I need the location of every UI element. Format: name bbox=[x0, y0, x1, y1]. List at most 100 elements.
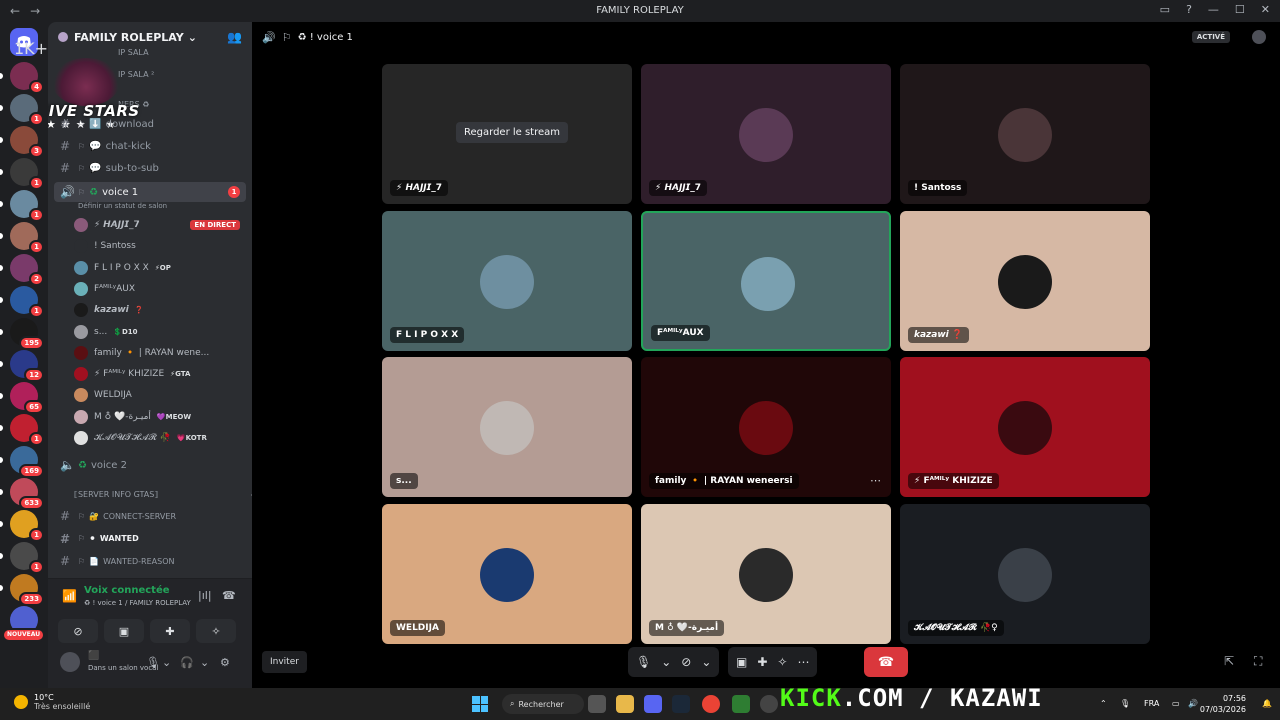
server-icon[interactable]: 12 bbox=[10, 350, 44, 382]
text-channel-download[interactable]: # ⚐ ⬇️ download bbox=[54, 114, 246, 134]
weather-widget[interactable]: 10°C Très ensoleillé bbox=[14, 693, 90, 711]
soundboard-icon[interactable]: ✧ bbox=[777, 655, 787, 669]
server-icon[interactable]: 1 bbox=[10, 286, 44, 318]
chevron-up-icon[interactable]: ⌃ bbox=[1100, 699, 1107, 708]
participant-tile[interactable]: Regarder le stream ⚡ 𝙃𝘼𝙅𝙅𝙄_𝟳 bbox=[382, 64, 632, 204]
voice-channel-voice-1[interactable]: 🔊 ⚐ ♻ voice 1 1 bbox=[54, 182, 246, 202]
chrome-icon[interactable] bbox=[702, 695, 720, 713]
language-indicator[interactable]: FRA bbox=[1144, 699, 1159, 708]
voice-user[interactable]: ⚡ 𝙃𝘼𝙅𝙅𝙄_𝟳 EN DIRECT bbox=[74, 215, 244, 235]
gear-icon[interactable]: ⚙ bbox=[220, 656, 230, 669]
file-explorer-icon[interactable] bbox=[616, 695, 634, 713]
participant-tile[interactable]: M ♁ 🤍-أميـرة bbox=[641, 503, 891, 644]
text-channel-sub-to-sub[interactable]: # ⚐ 💬 sub-to-sub bbox=[54, 158, 246, 178]
server-icon[interactable]: 1 bbox=[10, 222, 44, 254]
server-icon[interactable]: 3 bbox=[10, 126, 44, 158]
headphones-icon[interactable]: 🎧 bbox=[180, 656, 194, 669]
screen-share-button[interactable]: ▣ bbox=[104, 619, 144, 643]
hangup-button[interactable]: ☎ bbox=[864, 647, 908, 677]
participant-tile[interactable]: ! Santoss bbox=[900, 64, 1150, 204]
voice-user[interactable]: WELDIJA bbox=[74, 385, 244, 405]
mic-icon[interactable]: 🎙 bbox=[1120, 699, 1130, 708]
text-channel-wanted[interactable]: # ⚐ ⚫ WANTED bbox=[54, 529, 246, 549]
steam-icon[interactable] bbox=[672, 695, 690, 713]
voice-user[interactable]: s... 💲D10 bbox=[74, 322, 244, 342]
fullscreen-icon[interactable]: ⛶ bbox=[1254, 654, 1262, 669]
participant-tile[interactable]: ⚡ 𝙃𝘼𝙅𝙅𝙄_𝟳 bbox=[641, 64, 891, 204]
server-icon[interactable]: 2 bbox=[10, 254, 44, 286]
activities-button[interactable]: ✚ bbox=[150, 619, 190, 643]
watch-stream-button[interactable]: Regarder le stream bbox=[456, 122, 569, 143]
participant-tile[interactable]: 𝙠𝙖𝙯𝙖𝙬𝙞 ❓ bbox=[900, 210, 1150, 351]
notification-icon[interactable]: 🔔 bbox=[1262, 699, 1272, 708]
chevron-down-icon[interactable]: ⌄ bbox=[661, 655, 671, 669]
server-icon[interactable]: 1 bbox=[10, 94, 44, 126]
category-server-info[interactable]: ⟦SERVER INFO GTAS⟧ + bbox=[74, 488, 252, 502]
more-icon[interactable]: ⋯ bbox=[870, 474, 881, 487]
server-icon[interactable]: 65 bbox=[10, 382, 44, 414]
noise-suppression-icon[interactable]: |ıl| bbox=[198, 589, 212, 602]
voice-connected-status[interactable]: Voix connectée bbox=[84, 585, 170, 596]
participant-tile[interactable]: s... bbox=[382, 357, 632, 497]
voice-channel-voice-2[interactable]: 🔈 ♻ voice 2 bbox=[54, 455, 246, 475]
voice-user[interactable]: FᴬᴹᴵᴸʸAUX bbox=[74, 279, 244, 299]
disconnect-icon[interactable]: ☎ bbox=[222, 589, 236, 602]
taskbar-clock[interactable]: 07:56 07/03/2026 bbox=[1200, 693, 1246, 715]
participant-tile[interactable]: WELDIJA bbox=[382, 503, 632, 644]
voice-user[interactable]: F L I P O X X ⚡OP bbox=[74, 258, 244, 278]
voice-user[interactable]: family 🔸 | RAYAN wene... bbox=[74, 343, 244, 363]
more-icon[interactable]: ⋯ bbox=[797, 655, 809, 669]
close-icon[interactable]: ✕ bbox=[1261, 3, 1270, 16]
obs-icon[interactable] bbox=[760, 695, 778, 713]
server-icon[interactable]: 1 bbox=[10, 414, 44, 446]
help-icon[interactable]: ? bbox=[1186, 3, 1192, 16]
text-channel-chat-kick[interactable]: # ⚐ 💬 chat-kick bbox=[54, 136, 246, 156]
server-icon[interactable]: 1 bbox=[10, 190, 44, 222]
maximize-icon[interactable]: ☐ bbox=[1235, 3, 1245, 16]
minimize-icon[interactable]: — bbox=[1208, 3, 1219, 16]
screen-share-icon[interactable]: ▣ bbox=[736, 655, 747, 669]
participant-tile[interactable]: F L I P O X X bbox=[382, 210, 632, 351]
voice-user[interactable]: ! Santoss bbox=[74, 236, 244, 256]
text-channel-connect-server[interactable]: # ⚐ 🔐 CONNECT-SERVER bbox=[54, 506, 246, 526]
voice-user[interactable]: 𝓚𝓐𝓞𝓤𝓣𝓗𝓐𝓡 🥀 💗KOTR bbox=[74, 428, 244, 448]
text-channel-wanted-reason[interactable]: # ⚐ 📄 WANTED-REASON bbox=[54, 551, 246, 571]
soundboard-button[interactable]: ✧ bbox=[196, 619, 236, 643]
server-icon[interactable]: 1 bbox=[10, 510, 44, 542]
discord-icon[interactable] bbox=[644, 695, 662, 713]
network-icon[interactable]: ▭ bbox=[1172, 699, 1180, 708]
server-header[interactable]: FAMILY ROLEPLAY ⌄ 👥 bbox=[48, 22, 252, 52]
invite-button[interactable]: Inviter bbox=[262, 651, 307, 673]
participant-tile[interactable]: family 🔸 | RAYAN weneersi ⋯ bbox=[641, 357, 891, 497]
activity-badge[interactable]: ACTIVÉ bbox=[1191, 31, 1230, 43]
server-icon[interactable]: 1 bbox=[10, 542, 44, 574]
mic-icon[interactable]: 🎙 bbox=[146, 656, 160, 669]
mic-icon[interactable]: 🎙 bbox=[636, 655, 651, 669]
signal-icon[interactable]: 📶 bbox=[62, 589, 77, 603]
server-icon[interactable]: 169 bbox=[10, 446, 44, 478]
partial-channel-1[interactable]: IP SALA bbox=[118, 48, 149, 57]
windows-start-icon[interactable] bbox=[472, 696, 488, 712]
voice-user[interactable]: ⚡ Fᴬᴹᴵᴸʸ KHIZIZE ⚡GTA bbox=[74, 364, 244, 384]
avatar[interactable] bbox=[60, 652, 80, 672]
chevron-down-icon[interactable]: ⌄ bbox=[200, 656, 209, 669]
volume-icon[interactable]: 🔊 bbox=[1188, 699, 1198, 708]
server-icon[interactable]: 195 bbox=[10, 318, 44, 350]
avatar[interactable] bbox=[1252, 30, 1266, 44]
add-user-icon[interactable]: 👥 bbox=[227, 30, 242, 44]
participant-tile[interactable]: FᴬᴹᴵᴸʸAUX bbox=[641, 210, 891, 351]
chevron-down-icon[interactable]: ⌄ bbox=[701, 655, 711, 669]
chevron-down-icon[interactable]: ⌄ bbox=[162, 656, 171, 669]
voice-user[interactable]: M ♁ 🤍-أميـرة 💜MEOW bbox=[74, 407, 244, 427]
server-icon[interactable]: 1 bbox=[10, 158, 44, 190]
server-icon[interactable]: 233 bbox=[10, 574, 44, 606]
participant-tile[interactable]: 𝓚𝓐𝓞𝓤𝓣𝓗𝓐𝓡 🥀♀ bbox=[900, 503, 1150, 644]
camera-off-icon[interactable]: ⊘ bbox=[681, 655, 691, 669]
participant-tile[interactable]: ⚡ Fᴬᴹᴵᴸʸ KHIZIZE bbox=[900, 357, 1150, 497]
popout-icon[interactable]: ⇱ bbox=[1224, 654, 1234, 668]
server-icon[interactable]: 633 bbox=[10, 478, 44, 510]
camera-off-button[interactable]: ⊘ bbox=[58, 619, 98, 643]
app-icon[interactable] bbox=[732, 695, 750, 713]
task-view-icon[interactable] bbox=[588, 695, 606, 713]
taskbar-search[interactable]: ⌕ Rechercher bbox=[502, 694, 584, 714]
